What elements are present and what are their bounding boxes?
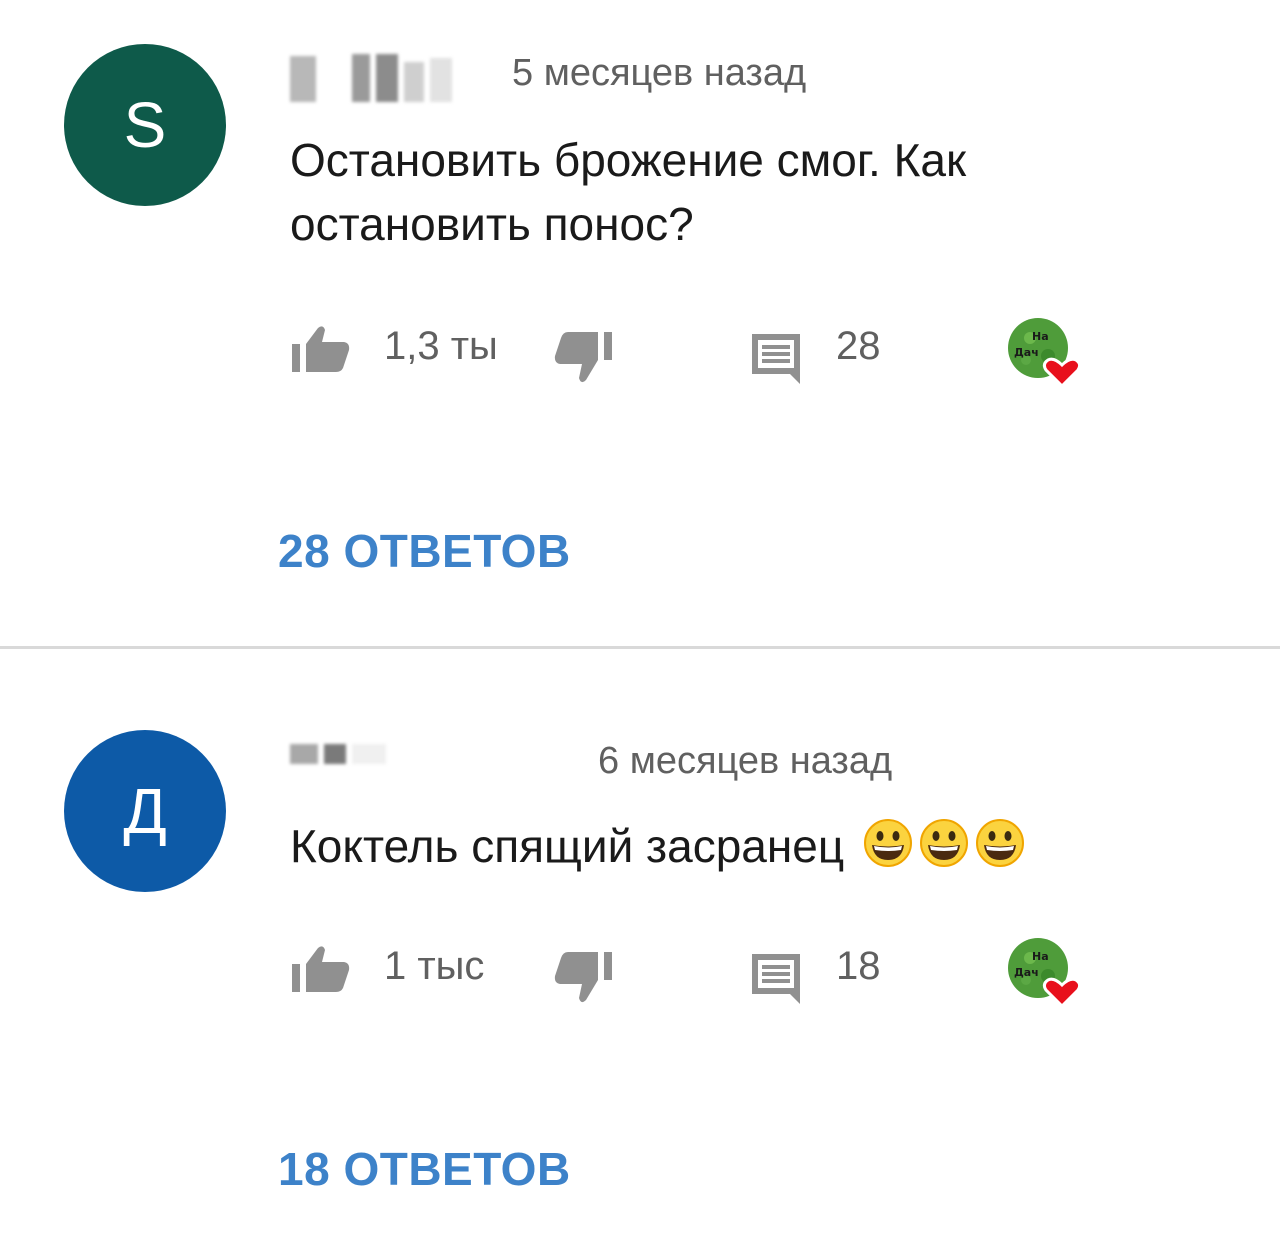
avatar[interactable]: S	[64, 44, 226, 206]
author-name-redacted	[290, 744, 386, 764]
svg-text:Дач: Дач	[1014, 346, 1039, 359]
comment-actions: 1 тыс 18 На Дач	[290, 932, 1110, 1012]
like-count: 1 тыс	[384, 944, 485, 988]
reply-icon[interactable]	[748, 950, 804, 1004]
view-replies-link[interactable]: 18 ОТВЕТОВ	[278, 1142, 571, 1196]
comment-text: Коктель спящий засранец	[290, 814, 1210, 878]
comment-text: Остановить брожение смог. Как остановить…	[290, 128, 1210, 256]
grinning-face-icon	[864, 819, 913, 867]
reply-count: 18	[836, 944, 881, 988]
dislike-icon[interactable]	[552, 950, 614, 1006]
author-name-redacted	[290, 54, 452, 102]
comment-text-line: остановить понос?	[290, 198, 694, 250]
comment-timestamp[interactable]: 5 месяцев назад	[512, 52, 806, 95]
reply-count: 28	[836, 324, 881, 368]
creator-heart-icon: На Дач	[1008, 938, 1082, 1009]
avatar[interactable]: Д	[64, 730, 226, 892]
comment-text-line: Коктель спящий засранец	[290, 820, 845, 872]
comment-item: S 5 месяцев назад Остановить брожение см…	[0, 0, 1280, 640]
comment-actions: 1,3 ты 28 На Дач	[290, 312, 1110, 392]
creator-heart-icon: На Дач	[1008, 318, 1082, 389]
comment-text-line: Остановить брожение смог. Как	[290, 134, 967, 186]
view-replies-link[interactable]: 28 ОТВЕТОВ	[278, 524, 571, 578]
grinning-face-icon	[976, 819, 1025, 867]
like-icon[interactable]	[290, 324, 352, 374]
reply-icon[interactable]	[748, 330, 804, 384]
grinning-face-icon	[920, 819, 969, 867]
svg-text:На: На	[1032, 330, 1049, 343]
svg-text:На: На	[1032, 950, 1049, 963]
like-count: 1,3 ты	[384, 324, 498, 368]
like-icon[interactable]	[290, 944, 352, 994]
comment-timestamp[interactable]: 6 месяцев назад	[598, 740, 892, 783]
svg-text:Дач: Дач	[1014, 966, 1039, 979]
comment-item: Д 6 месяцев назад Коктель спящий засране…	[0, 650, 1280, 1244]
dislike-icon[interactable]	[552, 330, 614, 386]
divider	[0, 646, 1280, 649]
